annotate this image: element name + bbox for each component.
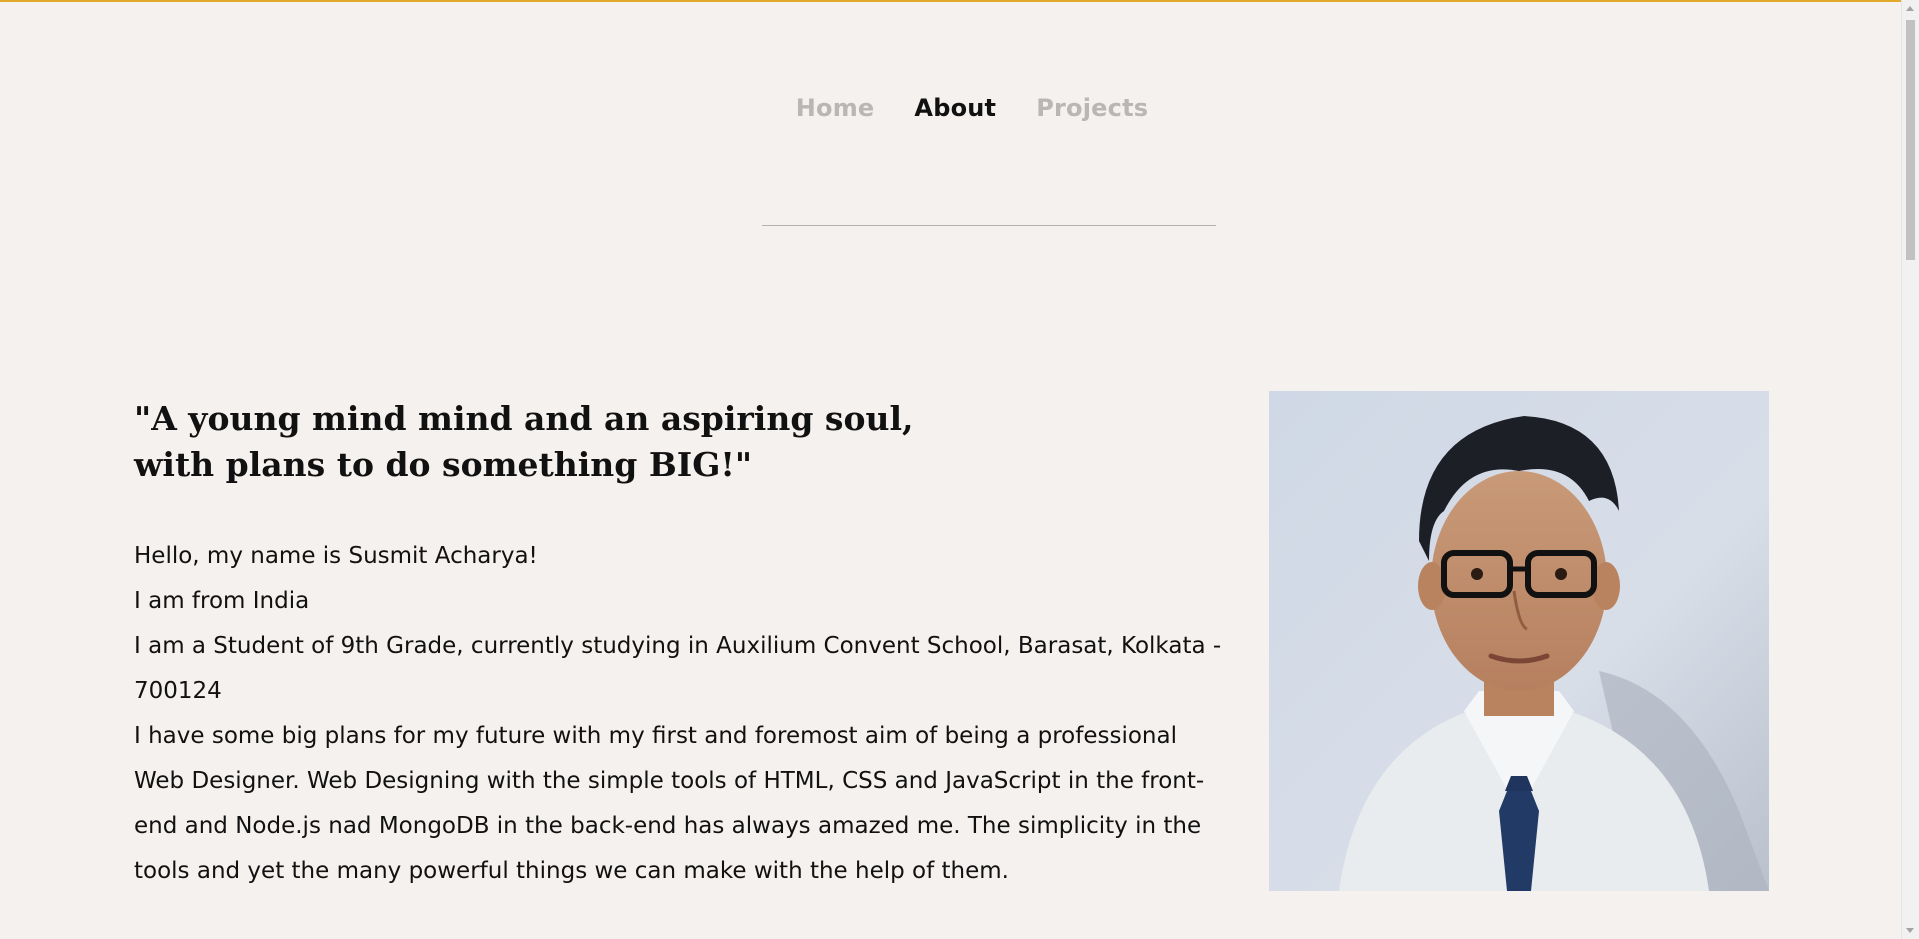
bio-greeting: Hello, my name is Susmit Acharya! bbox=[134, 543, 538, 569]
bio-plans: I have some big plans for my future with… bbox=[134, 723, 1205, 884]
nav-home[interactable]: Home bbox=[796, 94, 875, 122]
about-quote: "A young mind mind and an aspiring soul,… bbox=[134, 399, 914, 484]
main-nav: Home About Projects bbox=[22, 94, 1919, 122]
scroll-thumb[interactable] bbox=[1906, 20, 1915, 260]
nav-about[interactable]: About bbox=[914, 94, 996, 122]
nav-projects[interactable]: Projects bbox=[1036, 94, 1148, 122]
nav-divider bbox=[762, 225, 1216, 226]
scroll-up-arrow-icon[interactable] bbox=[1906, 6, 1914, 11]
bio-school: I am a Student of 9th Grade, currently s… bbox=[134, 633, 1222, 704]
bio-country: I am from India bbox=[134, 588, 310, 614]
about-bio: Hello, my name is Susmit Acharya! I am f… bbox=[134, 534, 1234, 894]
about-section: "A young mind mind and an aspiring soul,… bbox=[134, 396, 1234, 894]
profile-photo bbox=[1269, 391, 1769, 891]
scroll-down-arrow-icon[interactable] bbox=[1906, 928, 1914, 933]
page-scrollbar[interactable] bbox=[1901, 0, 1919, 939]
profile-photo-illustration bbox=[1269, 391, 1769, 891]
top-accent-bar bbox=[0, 0, 1919, 2]
